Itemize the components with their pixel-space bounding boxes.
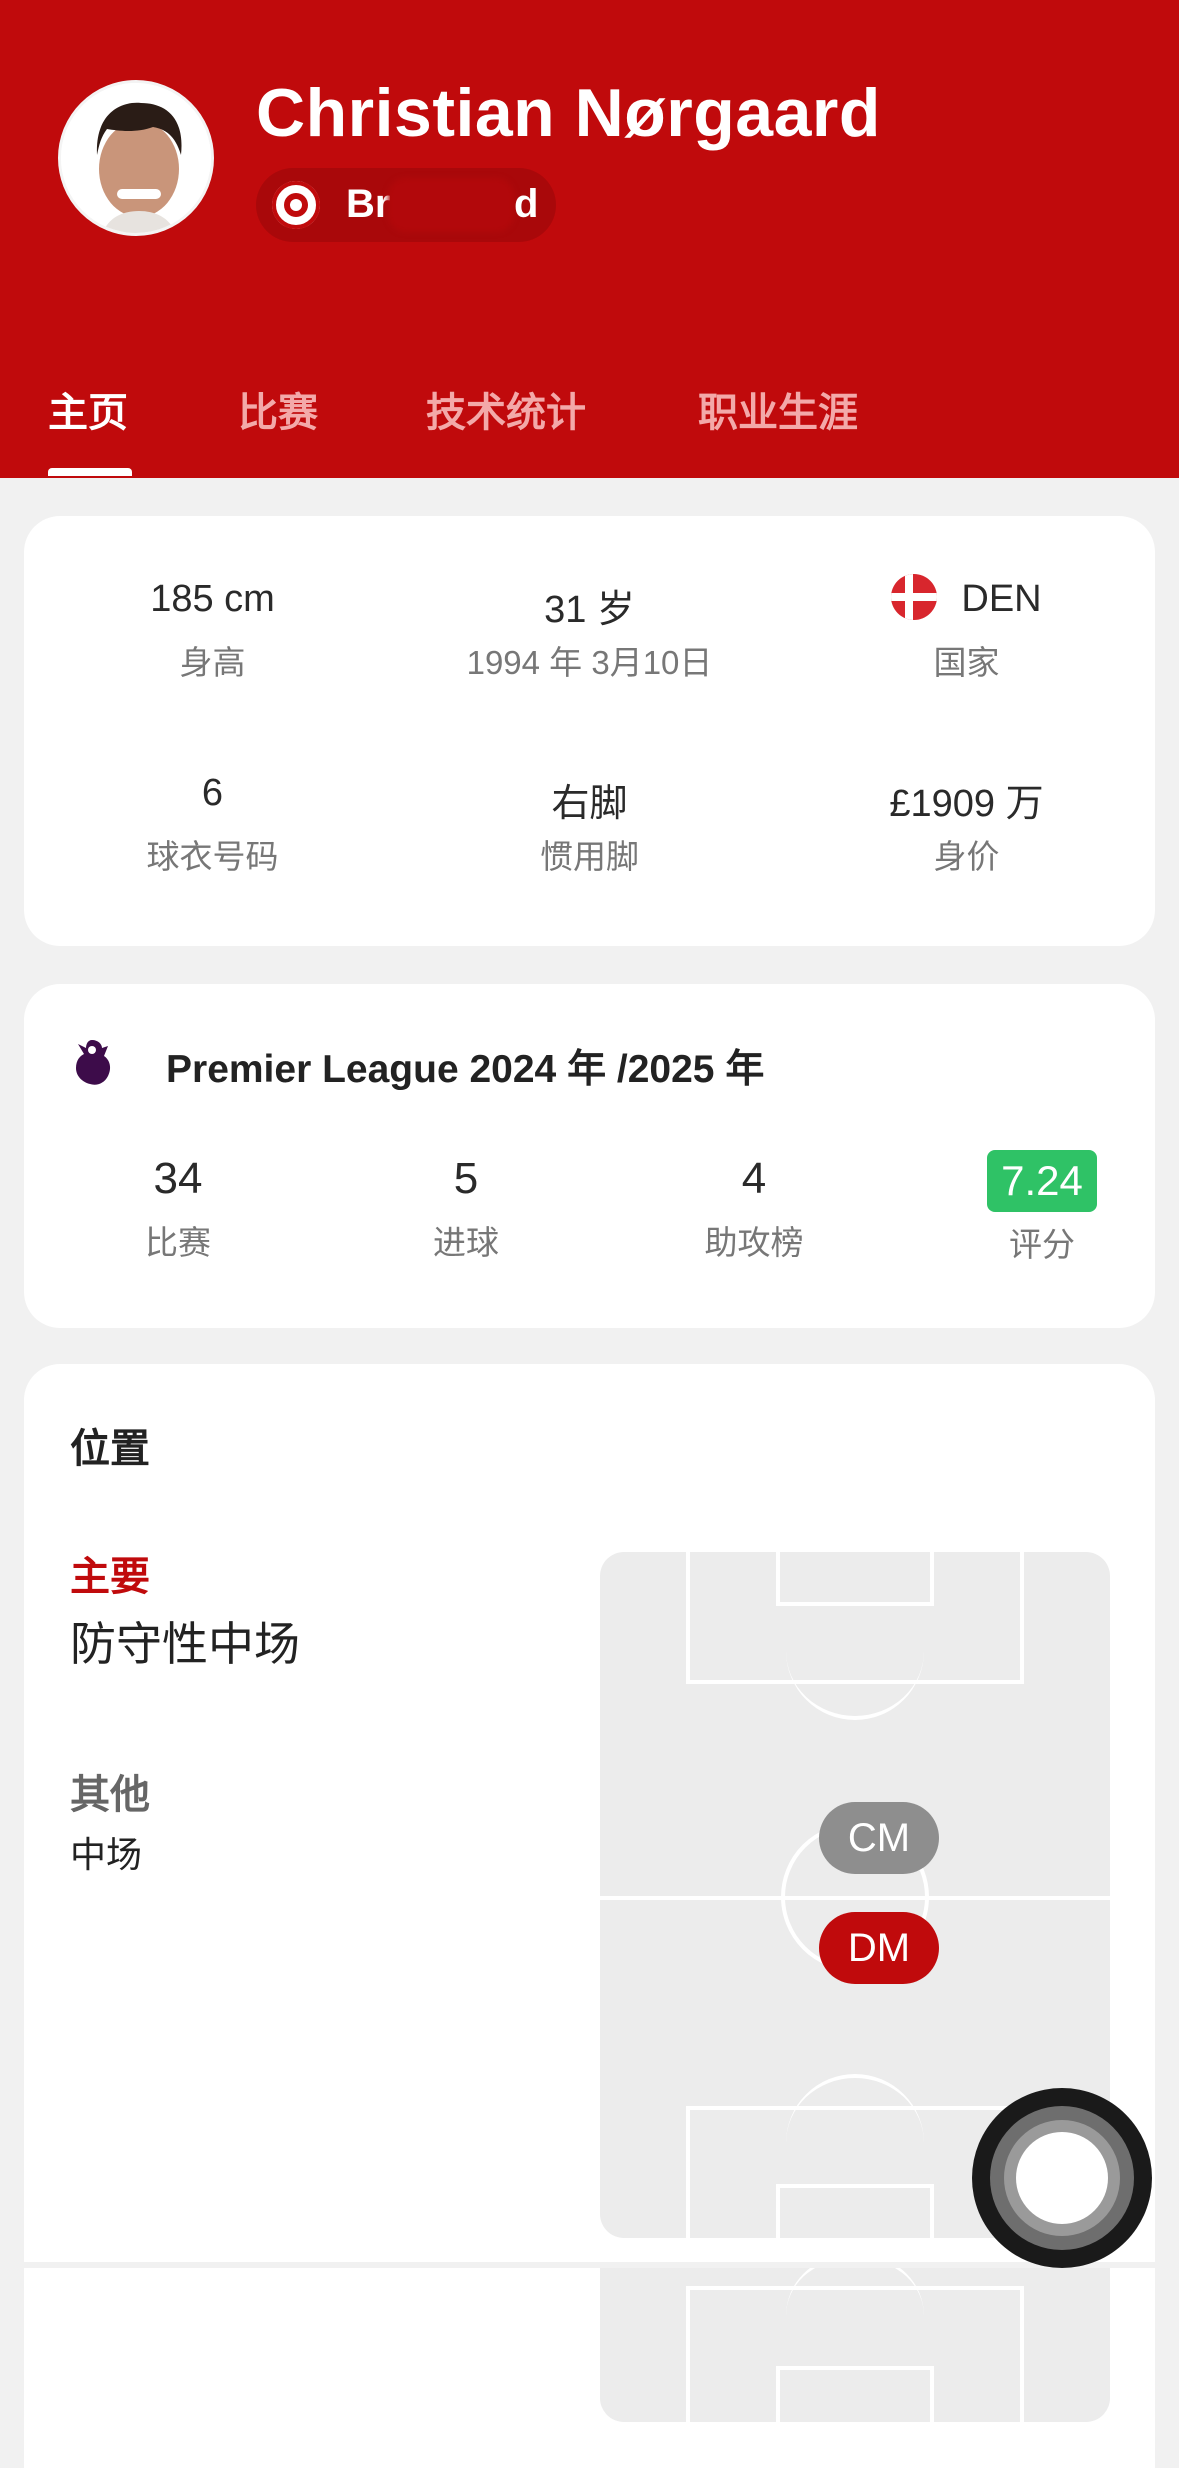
rating-badge: 7.24	[987, 1150, 1097, 1212]
league-season-title: Premier League 2024 年 /2025 年	[166, 1048, 765, 1091]
player-header: Christian Nørgaard Br d 主页 比赛 技术统计 职业生涯	[0, 0, 1179, 478]
tab-active-indicator	[48, 468, 132, 476]
tab-career[interactable]: 职业生涯	[698, 380, 858, 438]
price-label: 身价	[933, 838, 1000, 875]
team-name-redaction	[388, 178, 514, 232]
bottom-penalty-arc	[786, 2074, 924, 2144]
other-position-label: 其他	[70, 1773, 150, 1817]
primary-position-label: 主要	[70, 1555, 150, 1599]
info-country: DEN 国家	[778, 574, 1155, 684]
pitch-diagram-lower	[600, 2268, 1110, 2422]
other-position-value: 中场	[70, 1834, 143, 1875]
shirt-label: 球衣号码	[146, 838, 279, 875]
country-code: DEN	[961, 578, 1042, 621]
height-value: 185 cm	[150, 578, 275, 620]
matches-label: 比赛	[145, 1224, 211, 1261]
info-age: 31 岁 1994 年 3月10日	[401, 578, 778, 684]
birthdate-label: 1994 年 3月10日	[466, 644, 713, 681]
position-card: 位置 主要 防守性中场 其他 中场 CM DM	[24, 1364, 1155, 2468]
top-penalty-arc	[786, 1612, 924, 1720]
assistive-touch-core	[1016, 2132, 1108, 2224]
bottom-goal-box	[776, 2184, 934, 2238]
top-goal-box	[776, 1552, 934, 1606]
matches-value: 34	[153, 1154, 203, 1203]
stat-assists: 4 助攻榜	[624, 1154, 884, 1264]
price-value: £1909 万	[889, 783, 1044, 825]
lower-goal-box	[776, 2366, 934, 2422]
country-value: DEN	[778, 574, 1155, 628]
age-value: 31 岁	[544, 589, 635, 631]
denmark-flag-icon	[891, 574, 938, 620]
team-name-start: Br	[346, 182, 391, 226]
position-chip-cm[interactable]: CM	[819, 1802, 939, 1874]
tab-matches[interactable]: 比赛	[238, 380, 318, 438]
premier-league-logo-icon	[70, 1036, 114, 1088]
player-avatar	[58, 80, 214, 236]
player-info-card: 185 cm 身高 31 岁 1994 年 3月10日 DEN 国家 6 球衣号…	[24, 516, 1155, 946]
tab-bar: 主页 比赛 技术统计 职业生涯	[0, 372, 1179, 478]
player-name: Christian Nørgaard	[256, 75, 881, 151]
season-stats-card[interactable]: Premier League 2024 年 /2025 年 34 比赛 5 进球…	[24, 984, 1155, 1328]
stat-matches: 34 比赛	[48, 1154, 308, 1264]
assists-value: 4	[741, 1154, 767, 1203]
country-label: 国家	[933, 644, 1000, 681]
team-pill[interactable]: Br d	[256, 168, 556, 242]
tab-stats[interactable]: 技术统计	[426, 380, 586, 438]
position-title: 位置	[70, 1427, 150, 1471]
goals-label: 进球	[433, 1224, 499, 1261]
team-name-end: d	[514, 182, 539, 226]
stat-rating: 7.24 评分	[912, 1150, 1172, 1266]
foot-label: 惯用脚	[540, 838, 639, 875]
info-price: £1909 万 身价	[778, 772, 1155, 878]
info-shirt: 6 球衣号码	[24, 772, 401, 878]
primary-position-value: 防守性中场	[70, 1618, 300, 1670]
content-divider	[24, 2262, 1155, 2268]
info-height: 185 cm 身高	[24, 578, 401, 684]
stat-goals: 5 进球	[336, 1154, 596, 1264]
height-label: 身高	[179, 644, 246, 681]
team-badge-icon	[272, 181, 320, 229]
lower-penalty-arc	[786, 2268, 924, 2316]
position-chip-dm[interactable]: DM	[819, 1912, 939, 1984]
shirt-value: 6	[201, 772, 224, 814]
tab-home[interactable]: 主页	[48, 380, 128, 438]
rating-label: 评分	[1009, 1226, 1075, 1263]
assists-label: 助攻榜	[704, 1224, 804, 1261]
info-foot: 右脚 惯用脚	[401, 772, 778, 878]
foot-value: 右脚	[551, 783, 628, 825]
assistive-touch-icon[interactable]	[972, 2088, 1152, 2268]
goals-value: 5	[453, 1154, 479, 1203]
